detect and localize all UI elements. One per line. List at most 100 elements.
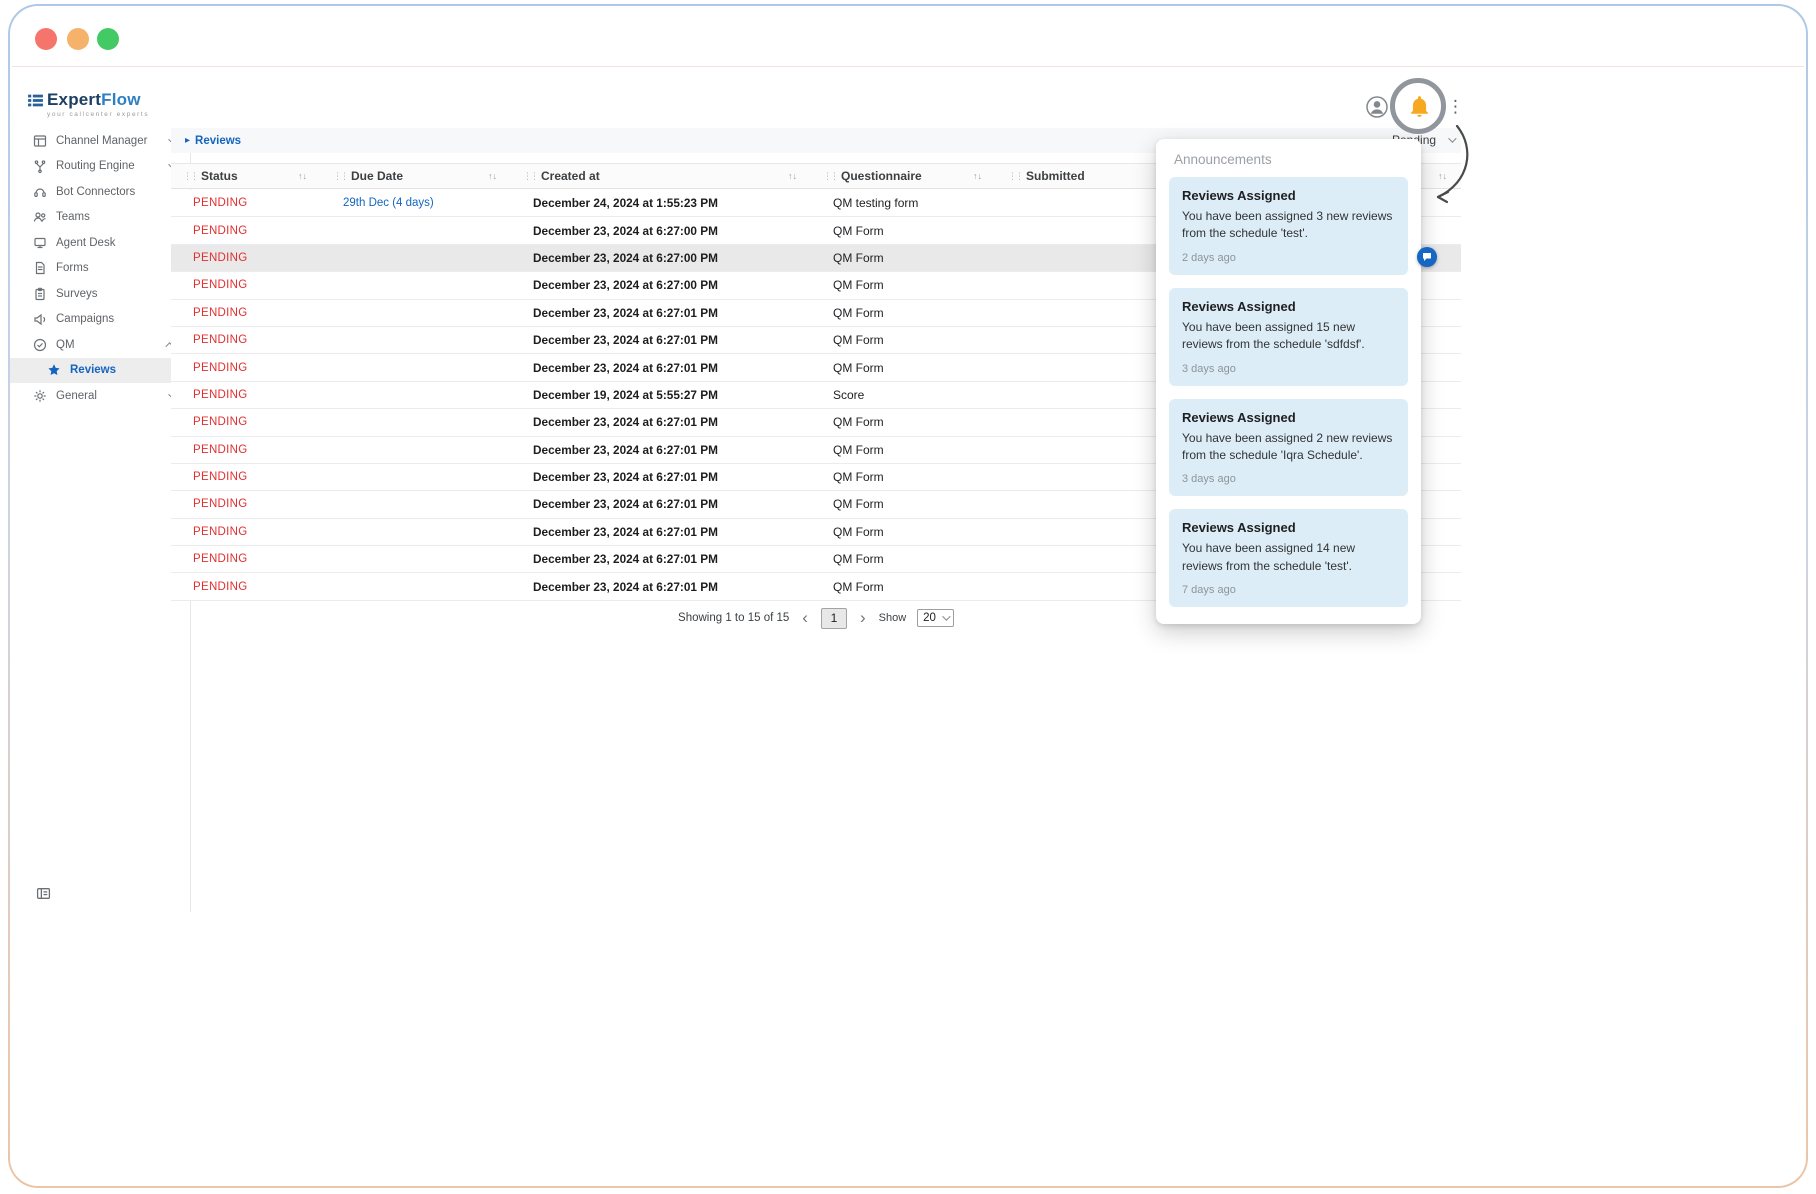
sidebar-item-bot-connectors[interactable]: Bot Connectors xyxy=(10,179,190,205)
drag-handle-icon[interactable]: ⋮⋮ xyxy=(523,171,537,182)
announcement-card[interactable]: Reviews Assigned You have been assigned … xyxy=(1169,509,1408,607)
due-date-cell[interactable] xyxy=(321,437,511,463)
due-date-cell[interactable] xyxy=(321,464,511,490)
bot-connectors-icon xyxy=(33,185,47,199)
due-date-cell[interactable] xyxy=(321,573,511,599)
created-at-cell: December 23, 2024 at 6:27:00 PM xyxy=(511,245,811,271)
forms-icon xyxy=(33,261,47,275)
current-page-button[interactable]: 1 xyxy=(821,608,847,629)
sort-icon[interactable]: ↑↓ xyxy=(788,171,797,181)
questionnaire-cell: QM Form xyxy=(811,519,996,545)
agent-desk-icon xyxy=(33,236,47,250)
created-at-cell: December 23, 2024 at 6:27:01 PM xyxy=(511,519,811,545)
questionnaire-cell: QM testing form xyxy=(811,190,996,216)
chat-bubble-button[interactable] xyxy=(1417,247,1437,267)
drag-handle-icon[interactable]: ⋮⋮ xyxy=(183,171,197,182)
due-date-cell[interactable] xyxy=(321,519,511,545)
column-header-created-at[interactable]: ⋮⋮ Created at ↑↓ xyxy=(511,164,811,188)
column-header-questionnaire[interactable]: ⋮⋮ Questionnaire ↑↓ xyxy=(811,164,996,188)
announcement-title: Reviews Assigned xyxy=(1182,410,1395,425)
sort-icon[interactable]: ↑↓ xyxy=(298,171,307,181)
due-date-cell[interactable] xyxy=(321,217,511,243)
due-date-cell[interactable] xyxy=(321,409,511,435)
due-date-cell[interactable] xyxy=(321,546,511,572)
brand-name: ExpertFlow xyxy=(47,90,141,110)
due-date-cell[interactable] xyxy=(321,327,511,353)
questionnaire-cell: QM Form xyxy=(811,491,996,517)
announcement-title: Reviews Assigned xyxy=(1182,299,1395,314)
drag-handle-icon[interactable]: ⋮⋮ xyxy=(823,171,837,182)
sort-icon[interactable]: ↑↓ xyxy=(488,171,497,181)
announcement-card[interactable]: Reviews Assigned You have been assigned … xyxy=(1169,399,1408,497)
drag-handle-icon[interactable]: ⋮⋮ xyxy=(333,171,347,182)
sidebar-collapse-icon[interactable] xyxy=(36,886,51,901)
created-at-cell: December 23, 2024 at 6:27:00 PM xyxy=(511,272,811,298)
status-cell: PENDING xyxy=(171,464,321,490)
announcement-card[interactable]: Reviews Assigned You have been assigned … xyxy=(1169,288,1408,386)
user-avatar-button[interactable] xyxy=(1366,96,1388,118)
column-label: Submitted xyxy=(1026,169,1085,183)
star-icon xyxy=(47,363,61,377)
announcements-panel: Announcements Reviews Assigned You have … xyxy=(1156,139,1421,624)
created-at-cell: December 23, 2024 at 6:27:01 PM xyxy=(511,464,811,490)
sidebar-item-label: Teams xyxy=(56,211,90,223)
sidebar-item-qm[interactable]: QM xyxy=(10,332,190,358)
next-page-button[interactable]: › xyxy=(858,608,868,628)
questionnaire-cell: QM Form xyxy=(811,327,996,353)
status-cell: PENDING xyxy=(171,409,321,435)
sidebar-item-agent-desk[interactable]: Agent Desk xyxy=(10,230,190,256)
questionnaire-cell: QM Form xyxy=(811,217,996,243)
sidebar-item-campaigns[interactable]: Campaigns xyxy=(10,307,190,333)
status-cell: PENDING xyxy=(171,354,321,380)
created-at-cell: December 23, 2024 at 6:27:01 PM xyxy=(511,491,811,517)
chevron-down-icon xyxy=(942,612,950,620)
column-header-due-date[interactable]: ⋮⋮ Due Date ↑↓ xyxy=(321,164,511,188)
close-window-button[interactable] xyxy=(35,28,57,50)
notifications-bell-icon[interactable] xyxy=(1407,94,1432,119)
sort-icon[interactable]: ↑↓ xyxy=(973,171,982,181)
column-header-status[interactable]: ⋮⋮ Status ↑↓ xyxy=(171,164,321,188)
questionnaire-cell: QM Form xyxy=(811,272,996,298)
sidebar-item-label: Routing Engine xyxy=(56,160,135,172)
sidebar-item-general[interactable]: General xyxy=(10,383,190,409)
announcement-time: 7 days ago xyxy=(1182,584,1395,596)
due-date-cell[interactable] xyxy=(321,272,511,298)
zoom-window-button[interactable] xyxy=(97,28,119,50)
due-date-cell[interactable]: 29th Dec (4 days) xyxy=(321,190,511,216)
gear-icon xyxy=(33,389,47,403)
minimize-window-button[interactable] xyxy=(67,28,89,50)
breadcrumb[interactable]: ▸ Reviews xyxy=(185,135,241,147)
due-date-cell[interactable] xyxy=(321,354,511,380)
questionnaire-cell: Score xyxy=(811,382,996,408)
due-date-cell[interactable] xyxy=(321,300,511,326)
brand-name-primary: Expert xyxy=(47,90,101,109)
status-cell: PENDING xyxy=(171,190,321,216)
sort-icon[interactable]: ↑↓ xyxy=(1438,171,1447,181)
questionnaire-cell: QM Form xyxy=(811,245,996,271)
sidebar-item-forms[interactable]: Forms xyxy=(10,256,190,282)
sidebar-item-teams[interactable]: Teams xyxy=(10,205,190,231)
questionnaire-cell: QM Form xyxy=(811,300,996,326)
previous-page-button[interactable]: ‹ xyxy=(800,608,810,628)
page-size-label: Show xyxy=(879,612,907,624)
due-date-cell[interactable] xyxy=(321,245,511,271)
sidebar-item-reviews[interactable]: Reviews xyxy=(10,358,190,384)
announcement-card[interactable]: Reviews Assigned You have been assigned … xyxy=(1169,177,1408,275)
announcement-time: 2 days ago xyxy=(1182,252,1395,264)
sidebar-item-channel-manager[interactable]: Channel Manager xyxy=(10,128,190,154)
channel-manager-icon xyxy=(33,134,47,148)
due-date-cell[interactable] xyxy=(321,491,511,517)
page-size-select[interactable]: 20 xyxy=(917,609,954,627)
qm-icon xyxy=(33,338,47,352)
due-date-cell[interactable] xyxy=(321,382,511,408)
announcements-title: Announcements xyxy=(1156,139,1421,177)
sidebar-item-surveys[interactable]: Surveys xyxy=(10,281,190,307)
status-cell: PENDING xyxy=(171,327,321,353)
drag-handle-icon[interactable]: ⋮⋮ xyxy=(1008,171,1022,182)
kebab-menu-icon[interactable]: ⋮ xyxy=(1447,96,1464,118)
sidebar-item-label: Agent Desk xyxy=(56,237,115,249)
sidebar-item-routing-engine[interactable]: Routing Engine xyxy=(10,154,190,180)
sidebar-item-label: Forms xyxy=(56,262,89,274)
status-cell: PENDING xyxy=(171,217,321,243)
created-at-cell: December 23, 2024 at 6:27:00 PM xyxy=(511,217,811,243)
